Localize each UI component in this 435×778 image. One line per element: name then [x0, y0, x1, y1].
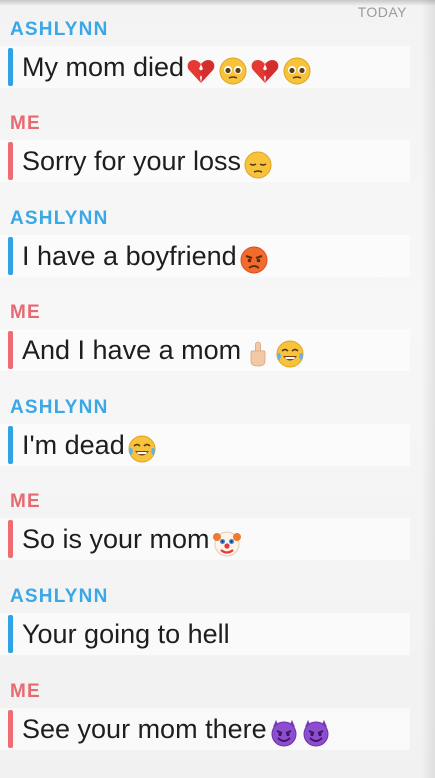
message-row[interactable]: So is your mom — [0, 518, 410, 560]
clown-face-icon — [212, 528, 242, 558]
sender-name: ASHLYNN — [10, 19, 109, 40]
message-row[interactable]: My mom died — [0, 46, 410, 88]
middle-finger-icon — [243, 339, 273, 369]
emoji-group — [125, 430, 157, 464]
broken-heart-icon — [250, 56, 280, 86]
message[interactable]: ME So is your mom — [0, 490, 420, 560]
sender-bar — [8, 48, 13, 86]
message-row[interactable]: Your going to hell — [0, 613, 410, 655]
sender-bar — [8, 615, 13, 653]
emoji-group — [184, 52, 312, 86]
emoji-group — [237, 241, 269, 275]
angry-face-icon — [239, 245, 269, 275]
message[interactable]: ASHLYNN My mom died — [0, 18, 420, 88]
message-text: And I have a mom — [22, 333, 305, 369]
message-body: My mom died — [22, 52, 185, 82]
emoji-group — [241, 146, 273, 180]
smiling-devil-icon — [269, 718, 299, 748]
message[interactable]: ME See your mom there — [0, 680, 420, 750]
message-row[interactable]: See your mom there — [0, 708, 410, 750]
message-body: So is your mom — [22, 524, 210, 554]
emoji-group — [241, 335, 305, 369]
message-text: See your mom there — [22, 712, 331, 748]
message-text: Your going to hell — [22, 617, 230, 651]
message-text: Sorry for your loss — [22, 144, 273, 180]
sender-name: ASHLYNN — [10, 586, 109, 607]
message-text: My mom died — [22, 50, 312, 86]
sender-bar — [8, 520, 13, 558]
sender-name: ME — [10, 491, 41, 512]
message-body: Your going to hell — [22, 619, 230, 649]
pleading-face-icon — [218, 56, 248, 86]
emoji-group — [210, 524, 242, 558]
message-row[interactable]: I have a boyfriend — [0, 235, 410, 277]
message[interactable]: ASHLYNN Your going to hell — [0, 585, 420, 655]
message[interactable]: ASHLYNN I have a boyfriend — [0, 207, 420, 277]
message-row[interactable]: Sorry for your loss — [0, 140, 410, 182]
sender-name: ASHLYNN — [10, 208, 109, 229]
pleading-face-icon — [282, 56, 312, 86]
tears-of-joy-icon — [127, 434, 157, 464]
pensive-face-icon — [243, 150, 273, 180]
sender-name: ASHLYNN — [10, 397, 109, 418]
message-body: I have a boyfriend — [22, 241, 237, 271]
sender-bar — [8, 237, 13, 275]
emoji-group — [267, 714, 331, 748]
right-edge-shadow — [421, 0, 435, 778]
sender-name: ME — [10, 681, 41, 702]
message-body: And I have a mom — [22, 335, 242, 365]
message-row[interactable]: I'm dead — [0, 424, 410, 466]
sender-bar — [8, 142, 13, 180]
message[interactable]: ASHLYNN I'm dead — [0, 396, 420, 466]
message-body: Sorry for your loss — [22, 146, 242, 176]
broken-heart-icon — [186, 56, 216, 86]
sender-name: ME — [10, 113, 41, 134]
tears-of-joy-icon — [275, 339, 305, 369]
message[interactable]: ME Sorry for your loss — [0, 112, 420, 182]
message-text: So is your mom — [22, 522, 242, 558]
message-text: I have a boyfriend — [22, 239, 269, 275]
message-body: I'm dead — [22, 430, 125, 460]
message-body: See your mom there — [22, 714, 267, 744]
message-row[interactable]: And I have a mom — [0, 329, 410, 371]
sender-bar — [8, 710, 13, 748]
sender-name: ME — [10, 302, 41, 323]
chat-screen: TODAY ASHLYNN My mom died ME Sorry for y… — [0, 0, 435, 778]
message-text: I'm dead — [22, 428, 157, 464]
sender-bar — [8, 331, 13, 369]
smiling-devil-icon — [301, 718, 331, 748]
sender-bar — [8, 426, 13, 464]
message[interactable]: ME And I have a mom — [0, 301, 420, 371]
